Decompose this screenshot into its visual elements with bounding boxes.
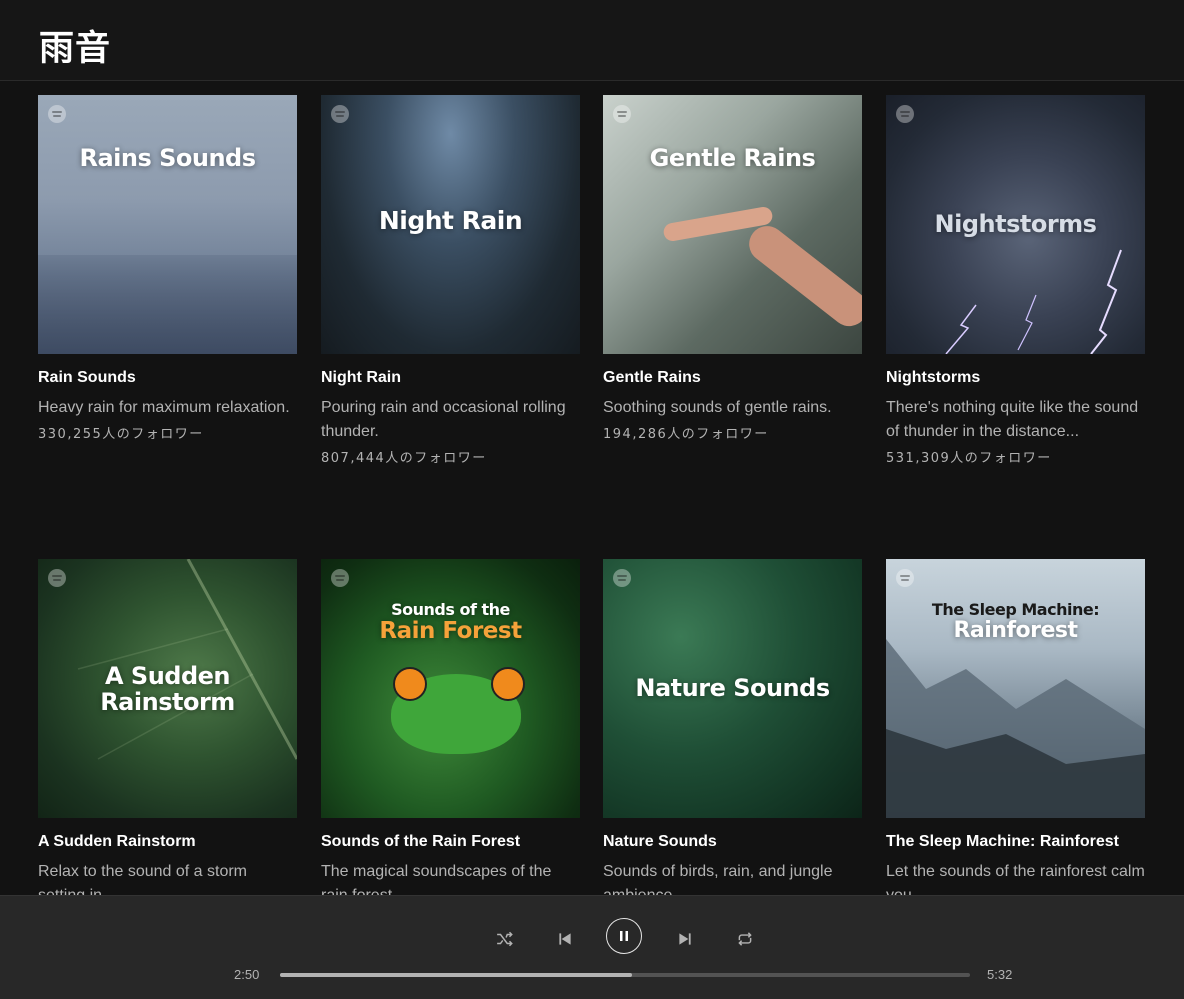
player-bar: 2:50 5:32 [0, 895, 1184, 999]
playlist-description: There's nothing quite like the sound of … [886, 399, 1139, 440]
playlist-cover-gentle-rains[interactable]: Gentle Rains [603, 95, 862, 354]
frog-eye-right [491, 667, 525, 701]
playlist-followers: 194,286人のフォロワー [603, 427, 769, 442]
playlist-card-the-sleep-machine-rainforest[interactable]: The Sleep Machine: Rainforest The Sleep … [886, 559, 1145, 895]
cover-title-line: A Sudden [104, 662, 231, 690]
playlist-cover-a-sudden-rainstorm[interactable]: A Sudden Rainstorm [38, 559, 297, 818]
playlist-card-night-rain[interactable]: Night Rain Night Rain Pouring rain and o… [321, 95, 580, 466]
total-duration: 5:32 [987, 967, 1013, 982]
playlist-cover-the-sleep-machine-rainforest[interactable]: The Sleep Machine: Rainforest [886, 559, 1145, 818]
playlist-cover-nature-sounds[interactable]: Nature Sounds [603, 559, 862, 818]
repeat-button[interactable] [730, 924, 760, 954]
cover-title-line: Rainstorm [100, 688, 235, 717]
cover-title-line: Rains Sounds [79, 144, 256, 172]
playlist-description: Heavy rain for maximum relaxation. [38, 399, 290, 416]
playlist-name[interactable]: A Sudden Rainstorm [38, 833, 297, 851]
cover-title-line: The Sleep Machine: [931, 600, 1100, 619]
progress-bar[interactable] [280, 973, 970, 977]
playlist-description: Relax to the sound of a storm setting in… [38, 863, 247, 895]
spotify-logo-icon [613, 569, 631, 587]
mountain-silhouette [886, 639, 1145, 818]
previous-icon [559, 933, 571, 945]
cover-title: Night Rain [321, 207, 580, 235]
playlist-name[interactable]: Nature Sounds [603, 833, 862, 851]
playlist-followers: 330,255人のフォロワー [38, 427, 204, 442]
cover-title-line: Gentle Rains [649, 144, 816, 172]
pause-icon [620, 931, 628, 941]
cover-title: The Sleep Machine: Rainforest [886, 601, 1145, 643]
cover-title: Nature Sounds [603, 674, 862, 702]
page-header: 雨音 [0, 0, 1184, 81]
playlist-name[interactable]: Sounds of the Rain Forest [321, 833, 580, 851]
previous-button[interactable] [550, 924, 580, 954]
playlist-card-rain-sounds[interactable]: Rains Sounds Rain Sounds Heavy rain for … [38, 95, 297, 442]
playlist-cover-nightstorms[interactable]: Nightstorms [886, 95, 1145, 354]
playlist-name[interactable]: Nightstorms [886, 369, 1145, 387]
playlist-followers: 807,444人のフォロワー [321, 451, 487, 466]
playlist-card-a-sudden-rainstorm[interactable]: A Sudden Rainstorm A Sudden Rainstorm Re… [38, 559, 297, 895]
arm-shape [741, 218, 862, 334]
playlist-name[interactable]: Rain Sounds [38, 369, 297, 387]
playlist-description: Soothing sounds of gentle rains. [603, 399, 832, 416]
playlist-name[interactable]: Gentle Rains [603, 369, 862, 387]
spotify-logo-icon [331, 105, 349, 123]
spotify-logo-icon [331, 569, 349, 587]
playlist-description: Let the sounds of the rainforest calm yo… [886, 863, 1145, 895]
shuffle-icon [497, 931, 513, 947]
spotify-logo-icon [896, 569, 914, 587]
playlist-cover-rain-sounds[interactable]: Rains Sounds [38, 95, 297, 354]
playlist-name[interactable]: The Sleep Machine: Rainforest [886, 833, 1145, 851]
cover-title: Sounds of the Rain Forest [321, 601, 580, 644]
shuffle-button[interactable] [490, 924, 520, 954]
next-icon [679, 933, 691, 945]
playlist-description: Sounds of birds, rain, and jungle ambien… [603, 863, 833, 895]
spotify-logo-icon [613, 105, 631, 123]
cover-title-line: Rainforest [953, 617, 1078, 643]
playlist-card-nature-sounds[interactable]: Nature Sounds Nature Sounds Sounds of bi… [603, 559, 862, 895]
playlist-cover-sounds-of-the-rain-forest[interactable]: Sounds of the Rain Forest [321, 559, 580, 818]
playlist-card-nightstorms[interactable]: Nightstorms Nightstorms There's nothing … [886, 95, 1145, 466]
playlist-card-sounds-of-the-rain-forest[interactable]: Sounds of the Rain Forest Sounds of the … [321, 559, 580, 895]
cover-title: Rains Sounds [38, 144, 297, 172]
cover-title-line: Nightstorms [934, 210, 1097, 238]
playlist-followers: 531,309人のフォロワー [886, 451, 1052, 466]
playlist-name[interactable]: Night Rain [321, 369, 580, 387]
playlist-description: The magical soundscapes of the rain fore… [321, 863, 552, 895]
playlist-card-gentle-rains[interactable]: Gentle Rains Gentle Rains Soothing sound… [603, 95, 862, 442]
cover-title: Nightstorms [886, 210, 1145, 238]
frog-eye-left [393, 667, 427, 701]
spotify-logo-icon [896, 105, 914, 123]
pause-button[interactable] [606, 918, 642, 954]
next-button[interactable] [670, 924, 700, 954]
water-surface [38, 255, 297, 354]
cover-title-line: Nature Sounds [635, 674, 830, 702]
spotify-logo-icon [48, 105, 66, 123]
repeat-icon [738, 932, 752, 946]
cover-title-line: Sounds of the [391, 600, 510, 619]
cover-title: A Sudden Rainstorm [38, 663, 297, 716]
playlist-cover-night-rain[interactable]: Night Rain [321, 95, 580, 354]
progress-fill [280, 973, 632, 977]
cover-title-line: Rain Forest [379, 617, 522, 644]
spotify-logo-icon [48, 569, 66, 587]
playlist-grid: Rains Sounds Rain Sounds Heavy rain for … [0, 82, 1184, 895]
elapsed-time: 2:50 [234, 967, 260, 982]
cover-title: Gentle Rains [603, 144, 862, 172]
cover-title-line: Night Rain [378, 206, 523, 235]
playlist-description: Pouring rain and occasional rolling thun… [321, 399, 566, 440]
page-title: 雨音 [39, 29, 112, 69]
